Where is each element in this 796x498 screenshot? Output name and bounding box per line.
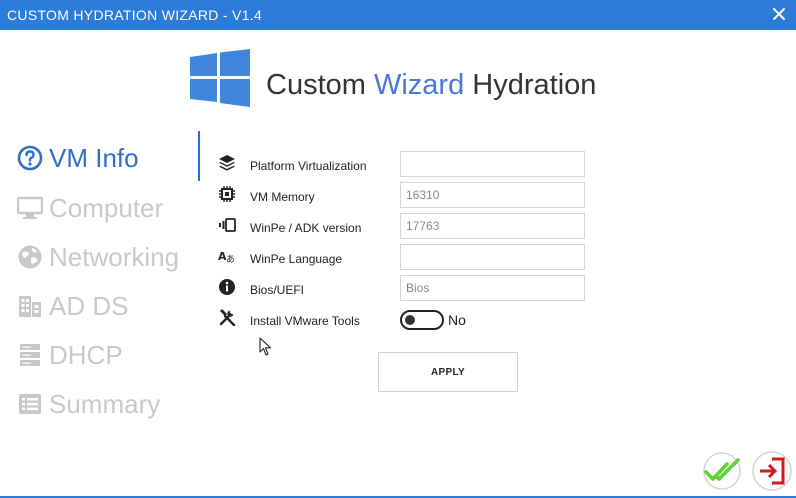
toggle-state-label: No bbox=[448, 312, 466, 328]
field-label: Bios/UEFI bbox=[250, 283, 305, 297]
field-label: VM Memory bbox=[250, 190, 315, 204]
network-globe-icon bbox=[18, 245, 42, 269]
window-title: CUSTOM HYDRATION WIZARD - V1.4 bbox=[7, 7, 263, 23]
nav-item-ad-ds[interactable]: AD DS bbox=[17, 290, 197, 322]
nav-item-label: VM Info bbox=[49, 142, 139, 173]
platform-virtualization-input[interactable] bbox=[400, 151, 585, 177]
vm-memory-input[interactable] bbox=[400, 182, 585, 208]
nav-item-computer[interactable]: Computer bbox=[17, 192, 197, 224]
bios-uefi-input[interactable] bbox=[400, 275, 585, 301]
toggle-knob bbox=[405, 315, 415, 325]
version-icon bbox=[219, 218, 236, 232]
winpe-adk-version-input[interactable] bbox=[400, 213, 585, 239]
exit-icon[interactable] bbox=[751, 450, 793, 492]
form-row-winpe-adk-version: WinPe / ADK version bbox=[218, 213, 588, 239]
chip-icon bbox=[219, 186, 235, 202]
field-label: Platform Virtualization bbox=[250, 159, 367, 173]
mouse-cursor-icon bbox=[259, 337, 272, 356]
app-brand-title: Custom Wizard Hydration bbox=[266, 69, 596, 102]
language-icon: A あ bbox=[218, 250, 235, 265]
server-icon bbox=[20, 344, 40, 366]
brand-part-2: Wizard bbox=[373, 69, 465, 101]
nav-item-networking[interactable]: Networking bbox=[17, 241, 197, 273]
form-row-install-vmware-tools: Install VMware Tools No bbox=[218, 309, 588, 336]
info-icon bbox=[219, 279, 235, 295]
nav-item-vm-info[interactable]: VM Info bbox=[17, 142, 197, 174]
nav-item-label: DHCP bbox=[49, 339, 123, 370]
building-icon bbox=[19, 296, 41, 317]
active-nav-indicator bbox=[198, 131, 200, 181]
question-circle-icon bbox=[17, 145, 43, 171]
nav-item-label: Summary bbox=[49, 388, 161, 419]
nav-item-label: AD DS bbox=[49, 290, 129, 321]
windows-logo-icon bbox=[190, 49, 250, 107]
layers-icon bbox=[219, 155, 235, 171]
nav-item-label: Networking bbox=[49, 241, 180, 272]
list-icon bbox=[19, 394, 41, 414]
svg-text:あ: あ bbox=[226, 254, 235, 265]
field-label: Install VMware Tools bbox=[250, 314, 360, 328]
tools-icon bbox=[219, 309, 236, 326]
nav-item-summary[interactable]: Summary bbox=[17, 388, 197, 420]
form-row-winpe-language: A あ WinPe Language bbox=[218, 244, 588, 270]
double-check-icon[interactable] bbox=[701, 451, 743, 491]
brand-part-3: Hydration bbox=[464, 69, 597, 101]
apply-button[interactable]: APPLY bbox=[378, 352, 518, 392]
form-row-vm-memory: VM Memory bbox=[218, 182, 588, 208]
nav-item-dhcp[interactable]: DHCP bbox=[17, 339, 197, 371]
winpe-language-input[interactable] bbox=[400, 244, 585, 270]
form-row-bios-uefi: Bios/UEFI bbox=[218, 275, 588, 301]
brand-part-1: Custom bbox=[266, 69, 374, 101]
title-bar: CUSTOM HYDRATION WIZARD - V1.4 bbox=[0, 0, 796, 30]
monitor-icon bbox=[17, 196, 43, 219]
close-icon[interactable] bbox=[770, 5, 788, 23]
nav-item-label: Computer bbox=[49, 192, 164, 223]
field-label: WinPe / ADK version bbox=[250, 221, 362, 235]
form-row-platform-virtualization: Platform Virtualization bbox=[218, 151, 588, 177]
field-label: WinPe Language bbox=[250, 252, 343, 266]
install-vmware-tools-toggle[interactable] bbox=[400, 310, 444, 330]
